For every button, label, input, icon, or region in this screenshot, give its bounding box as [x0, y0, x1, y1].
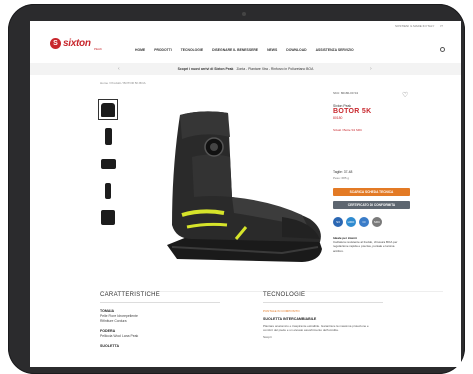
caratteristiche-title: CARATTERISTICHE	[100, 292, 220, 303]
chevron-left-icon[interactable]: ‹	[118, 66, 120, 72]
spec-key: SUOLETTA	[100, 344, 120, 348]
breadcrumb[interactable]: Home / Prodotti / BOTOR 5K BOA	[100, 81, 146, 85]
thumbnail-3[interactable]	[98, 153, 118, 174]
top-link[interactable]: SOSTIENI IL MADE IN ITALY	[395, 24, 434, 28]
site-logo[interactable]: S sixton PEAK	[50, 38, 102, 51]
nav-item-home[interactable]: HOME	[135, 48, 145, 52]
spec-key: TOMAIA	[100, 309, 115, 313]
product-sku: SKU: 80180-00 S3	[333, 91, 359, 95]
top-utility-bar: SOSTIENI IL MADE IN ITALY IT	[30, 21, 461, 30]
camera-dot	[242, 12, 246, 16]
spec-key: FODERA	[100, 329, 116, 333]
cert-badge-icon: SRC	[372, 217, 382, 227]
spec-value: Rifiniture Cordura	[100, 319, 127, 323]
tablet-frame: SOSTIENI IL MADE IN ITALY IT S sixton PE…	[8, 4, 465, 374]
thumbnail-2[interactable]	[98, 126, 118, 147]
nav-item-download[interactable]: DOWNLOAD	[286, 48, 306, 52]
tecnologie-title: TECNOLOGIE	[263, 292, 383, 303]
promo-bar: ‹ Scopri i nuovi arrivi di Sixton Peak Z…	[30, 63, 461, 75]
description-text: Calzatura resistente al freddo, chiusura…	[333, 240, 398, 253]
cert-badges: S3 HRO CI SRC	[333, 217, 433, 227]
nav-item-prodotti[interactable]: PRODOTTI	[154, 48, 172, 52]
product-sizes: Taglie: 37-48	[333, 170, 353, 174]
nav-item-benessere[interactable]: DISEGNARE IL BENESSERE	[212, 48, 258, 52]
thumbnail-gallery	[98, 99, 118, 234]
browser-screen: SOSTIENI IL MADE IN ITALY IT S sixton PE…	[30, 21, 461, 367]
tecnologie-section: TECNOLOGIE PUNTALE IN COMPOSITO SUOLETTA…	[263, 292, 383, 340]
logo-sub: PEAK	[94, 47, 103, 51]
nav-item-tecnologie[interactable]: TECNOLOGIE	[181, 48, 203, 52]
main-nav: HOME PRODOTTI TECNOLOGIE DISEGNARE IL BE…	[135, 48, 354, 52]
tech-caption: PUNTALE IN COMPOSITO	[263, 309, 300, 313]
spec-value: Pelle Fiore Idrorepellente	[100, 314, 138, 318]
tech-more-link[interactable]: Scopri	[263, 335, 373, 339]
product-category[interactable]: Stivali / Botte S3 SRC	[333, 128, 433, 132]
search-icon[interactable]	[440, 47, 445, 52]
cert-badge-icon: HRO	[346, 217, 356, 227]
tech-item-title: SUOLETTA INTERCAMBIABILE	[263, 317, 317, 321]
product-info: SKU: 80180-00 S3 Sixton Peak BOTOR 5K 80…	[333, 91, 433, 253]
product-code: 80180	[333, 116, 343, 120]
download-datasheet-button[interactable]: SCARICA SCHEDA TECNICA	[333, 188, 410, 196]
nav-item-news[interactable]: NEWS	[267, 48, 277, 52]
cert-badge-icon: S3	[333, 217, 343, 227]
logo-text: sixton	[63, 38, 91, 49]
caratteristiche-section: CARATTERISTICHE TOMAIA Pelle Fiore Idror…	[100, 292, 220, 348]
nav-item-assistenza[interactable]: ASSISTENZA SERVIZIO	[316, 48, 354, 52]
product-image	[167, 111, 322, 262]
thumbnail-4[interactable]	[98, 180, 118, 201]
product-description: Ideale per interni Calzatura resistente …	[333, 236, 403, 253]
product-weight: Peso: 685 g	[333, 176, 350, 180]
cert-badge-icon: CI	[359, 217, 369, 227]
promo-text: Zonta - Plantare Xtra - Rinforzo in Poli…	[236, 67, 314, 71]
product-name: BOTOR 5K	[333, 108, 372, 115]
logo-mark-icon: S	[50, 38, 61, 49]
thumbnail-5[interactable]	[98, 207, 118, 228]
promo-bold: Scopri i nuovi arrivi di Sixton Peak	[177, 67, 234, 71]
certificate-button[interactable]: CERTIFICATO DI CONFORMITA	[333, 201, 410, 209]
language-selector[interactable]: IT	[440, 24, 443, 28]
spec-value: Pelliccia Wool Lana Peak	[100, 334, 139, 338]
thumbnail-1[interactable]	[98, 99, 118, 120]
tech-item-text: Plantare anatomico e traspirante estraib…	[263, 324, 369, 333]
chevron-right-icon[interactable]: ›	[370, 66, 372, 72]
